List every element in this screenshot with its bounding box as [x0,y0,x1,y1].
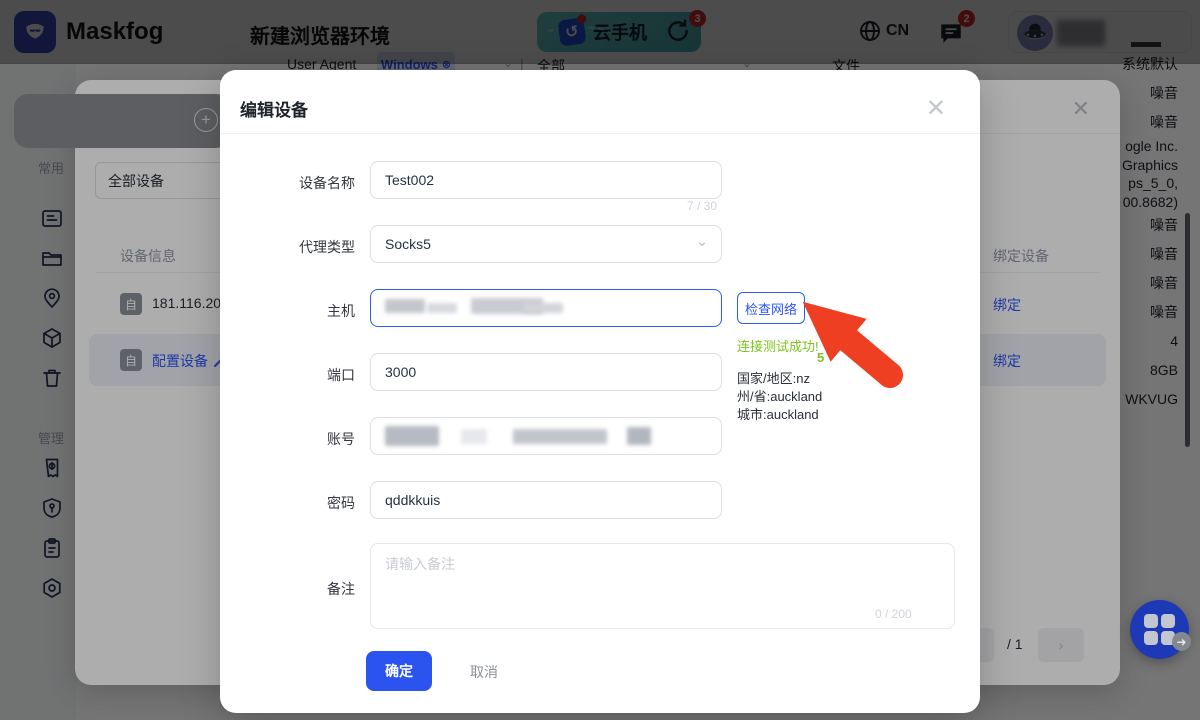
check-network-button[interactable]: 检查网络 [737,292,805,324]
account-redacted [371,418,721,454]
chevron-down-icon: ⌄ [696,233,708,250]
edit-device-title: 编辑设备 [240,96,308,121]
port-label: 端口 [245,365,355,385]
host-input[interactable] [370,289,722,327]
expand-arrow-icon[interactable]: ➜ [1172,632,1191,651]
divider [220,133,980,134]
account-input[interactable] [370,417,722,455]
remark-counter: 0 / 200 [875,607,912,621]
connection-test-result: 连接测试成功! [737,336,819,355]
host-redacted [371,290,721,326]
remark-textarea[interactable] [370,543,955,629]
proxy-type-label: 代理类型 [245,237,355,257]
location-state: 州/省:auckland [737,386,822,405]
remark-label: 备注 [245,579,355,599]
device-name-input[interactable] [370,161,722,199]
location-country: 国家/地区:nz [737,368,810,387]
password-input[interactable] [370,481,722,519]
account-label: 账号 [245,429,355,449]
device-name-wrap: 7 / 30 [370,161,722,199]
hidden-fragment: 5 [817,350,824,365]
name-counter: 7 / 30 [684,199,720,213]
cancel-button[interactable]: 取消 [470,662,498,682]
host-wrap [370,289,722,327]
location-city: 城市:auckland [737,404,819,423]
host-label: 主机 [245,301,355,321]
proxy-type-select[interactable]: Socks5 ⌄ [370,225,722,263]
edit-device-modal: 编辑设备 ✕ 设备名称 7 / 30 代理类型 Socks5 ⌄ 主机 [220,70,980,713]
close-icon[interactable]: ✕ [926,94,946,123]
app-window: Maskfog 新建浏览器环境 ↺ 云手机 3 CN 2 User Agent [0,0,1200,720]
device-name-label: 设备名称 [245,173,355,193]
port-input[interactable] [370,353,722,391]
confirm-button[interactable]: 确定 [366,651,432,691]
password-label: 密码 [245,493,355,513]
